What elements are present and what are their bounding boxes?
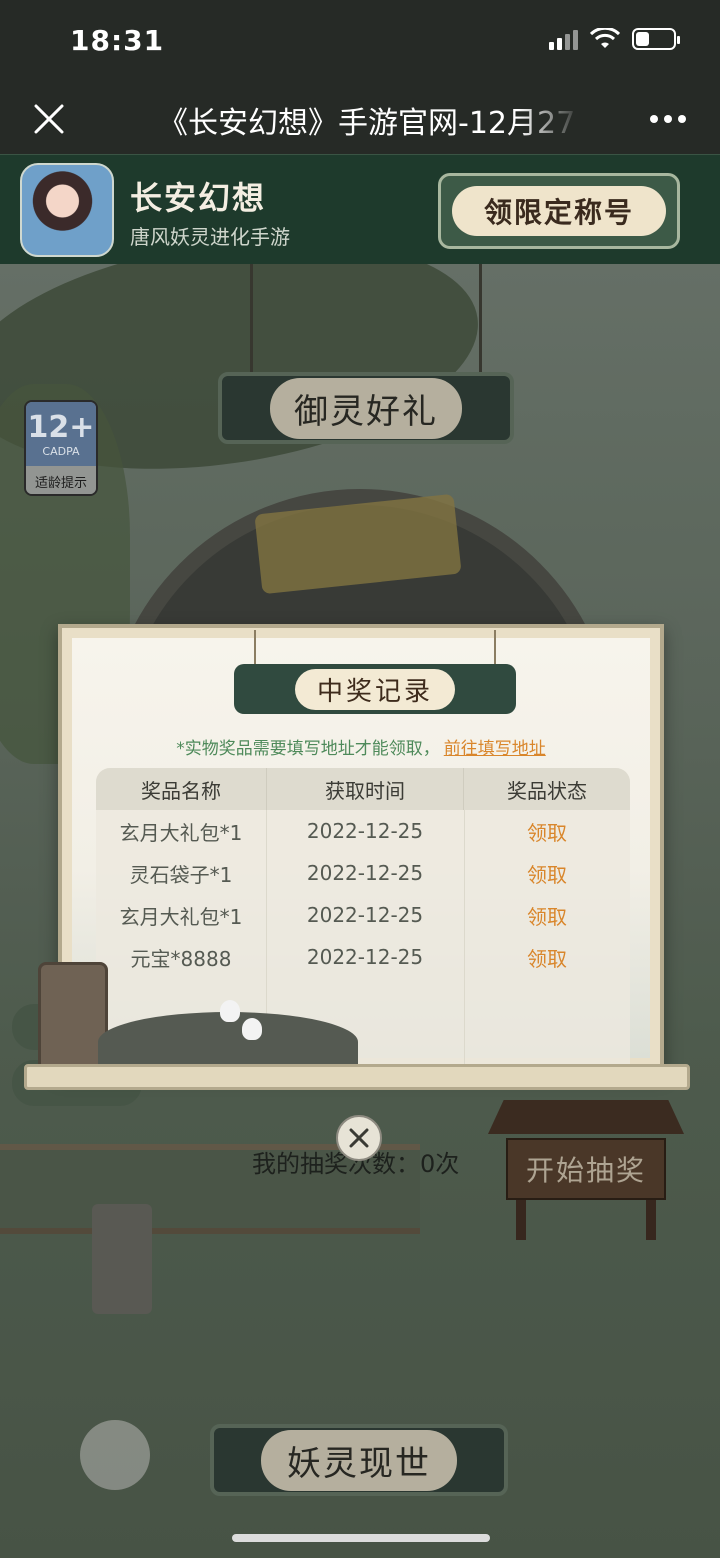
table-header: 奖品名称 获取时间 奖品状态	[96, 768, 630, 810]
modal-body: 中奖记录 *实物奖品需要填写地址才能领取， 前往填写地址 奖品名称 获取时间 奖品…	[38, 630, 650, 1072]
modal-scenery-decoration	[38, 956, 368, 1072]
modal-title: 中奖记录	[294, 668, 455, 710]
battery-icon	[632, 28, 680, 50]
modal-title-plate: 中奖记录	[234, 630, 516, 714]
close-icon	[349, 1128, 369, 1148]
claim-link[interactable]: 领取	[464, 852, 630, 894]
claim-link[interactable]: 领取	[464, 810, 630, 852]
prize-name: 玄月大礼包*1	[119, 904, 243, 929]
modal-bottom-scroll	[24, 1064, 690, 1090]
claim-link[interactable]: 领取	[464, 936, 630, 978]
table-row: 玄月大礼包*1 2022-12-25 领取	[96, 810, 630, 852]
table-body: 玄月大礼包*1 2022-12-25 领取 灵石袋子*1 2022-12-25 …	[96, 810, 630, 1068]
address-note: *实物奖品需要填写地址才能领取， 前往填写地址	[72, 734, 650, 759]
bunny	[242, 1018, 262, 1040]
app-banner[interactable]: 长安幻想 唐风妖灵进化手游 领限定称号	[0, 154, 720, 264]
app-name: 长安幻想	[130, 179, 267, 217]
prize-date: 2022-12-25	[306, 861, 424, 885]
nav-bar: 《长安幻想》手游官网-12月27	[0, 84, 720, 154]
table-row: 玄月大礼包*1 2022-12-25 领取	[96, 894, 630, 936]
prize-date: 2022-12-25	[306, 903, 424, 927]
close-icon[interactable]	[30, 100, 68, 138]
status-icons	[549, 28, 680, 50]
status-time: 18:31	[70, 24, 165, 57]
app-icon	[20, 163, 114, 257]
status-bar: 18:31	[0, 0, 720, 84]
page-title: 《长安幻想》手游官网-12月27	[158, 106, 576, 141]
prize-record-modal: 中奖记录 *实物奖品需要填写地址才能领取， 前往填写地址 奖品名称 获取时间 奖品…	[24, 624, 690, 1090]
signal-icon	[549, 28, 578, 50]
claim-title-button[interactable]: 领限定称号	[438, 173, 680, 249]
wifi-icon	[590, 28, 620, 48]
table-row: 灵石袋子*1 2022-12-25 领取	[96, 852, 630, 894]
more-icon[interactable]	[650, 106, 690, 132]
claim-title-label: 领限定称号	[452, 186, 666, 236]
prize-name: 灵石袋子*1	[129, 862, 233, 887]
fill-address-link[interactable]: 前往填写地址	[444, 739, 546, 759]
header-prize-name: 奖品名称	[141, 778, 221, 803]
claim-link[interactable]: 领取	[464, 894, 630, 936]
app-subtitle: 唐风妖灵进化手游	[130, 225, 290, 249]
header-obtain-time: 获取时间	[266, 768, 464, 810]
battery-fill	[636, 32, 649, 46]
prize-name: 玄月大礼包*1	[119, 820, 243, 845]
address-note-text: *实物奖品需要填写地址才能领取，	[176, 739, 440, 759]
prize-date: 2022-12-25	[306, 819, 424, 843]
header-prize-status: 奖品状态	[507, 778, 587, 803]
bunny	[220, 1000, 240, 1022]
modal-close-button[interactable]	[336, 1115, 382, 1161]
